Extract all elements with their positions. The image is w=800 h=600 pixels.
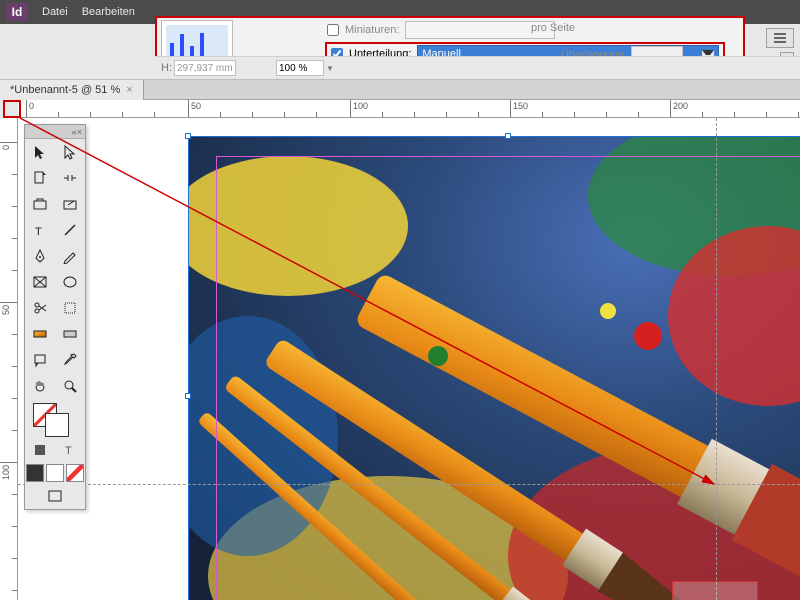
hand-tool[interactable]: [25, 373, 55, 399]
direct-selection-tool[interactable]: [55, 139, 85, 165]
svg-text:T: T: [35, 226, 42, 238]
document-tab-title: *Unbenannt-5 @ 51 %: [10, 84, 120, 96]
selection-border: [188, 136, 800, 600]
gap-tool[interactable]: [55, 165, 85, 191]
chevron-down-icon[interactable]: ▼: [326, 64, 334, 73]
panel-toggle-button[interactable]: [766, 28, 794, 48]
pen-tool[interactable]: [25, 243, 55, 269]
selection-tool[interactable]: [25, 139, 55, 165]
document-tab-bar: *Unbenannt-5 @ 51 % ×: [0, 80, 800, 100]
image-frame[interactable]: [188, 136, 800, 600]
h-label: H:: [161, 62, 172, 74]
fill-stroke-swatch[interactable]: [25, 399, 85, 437]
line-tool[interactable]: [55, 217, 85, 243]
formatting-text[interactable]: T: [55, 437, 85, 463]
content-collector-tool[interactable]: [25, 191, 55, 217]
ruler-origin-highlight[interactable]: [3, 100, 21, 118]
handle-n[interactable]: [505, 133, 511, 139]
document-canvas[interactable]: [18, 118, 800, 600]
content-placer-tool[interactable]: [55, 191, 85, 217]
view-mode-tool[interactable]: [25, 483, 85, 509]
close-icon[interactable]: ×: [126, 84, 132, 96]
handle-nw[interactable]: [185, 133, 191, 139]
gradient-swatch-tool[interactable]: [25, 321, 55, 347]
eyedropper-tool[interactable]: [55, 347, 85, 373]
h-field[interactable]: [174, 60, 236, 76]
app-logo: Id: [6, 3, 28, 21]
zoom-field[interactable]: [276, 60, 324, 76]
control-bar-2: H: ▼: [155, 56, 800, 80]
type-tool[interactable]: T: [25, 217, 55, 243]
per-page-label: pro Seite: [531, 22, 575, 34]
annotation-target: [672, 581, 758, 600]
note-tool[interactable]: [25, 347, 55, 373]
formatting-container[interactable]: [25, 437, 55, 463]
svg-text:T: T: [65, 445, 72, 457]
menu-file[interactable]: Datei: [42, 6, 68, 18]
tools-panel[interactable]: «× T T: [24, 124, 86, 510]
document-tab[interactable]: *Unbenannt-5 @ 51 % ×: [0, 80, 144, 100]
zoom-tool[interactable]: [55, 373, 85, 399]
horizontal-ruler[interactable]: [18, 100, 800, 118]
gradient-feather-tool[interactable]: [55, 321, 85, 347]
thumbnails-checkbox[interactable]: [327, 24, 339, 36]
vertical-ruler[interactable]: [0, 118, 18, 600]
page-tool[interactable]: [25, 165, 55, 191]
rectangle-frame-tool[interactable]: [25, 269, 55, 295]
pencil-tool[interactable]: [55, 243, 85, 269]
free-transform-tool[interactable]: [55, 295, 85, 321]
rectangle-tool[interactable]: [55, 269, 85, 295]
menu-edit[interactable]: Bearbeiten: [82, 6, 135, 18]
thumbnails-label: Miniaturen:: [345, 24, 399, 36]
apply-color-row[interactable]: [25, 463, 85, 483]
handle-w[interactable]: [185, 393, 191, 399]
close-icon[interactable]: ×: [77, 127, 82, 137]
tool-grid: T T: [25, 139, 85, 509]
scissors-tool[interactable]: [25, 295, 55, 321]
